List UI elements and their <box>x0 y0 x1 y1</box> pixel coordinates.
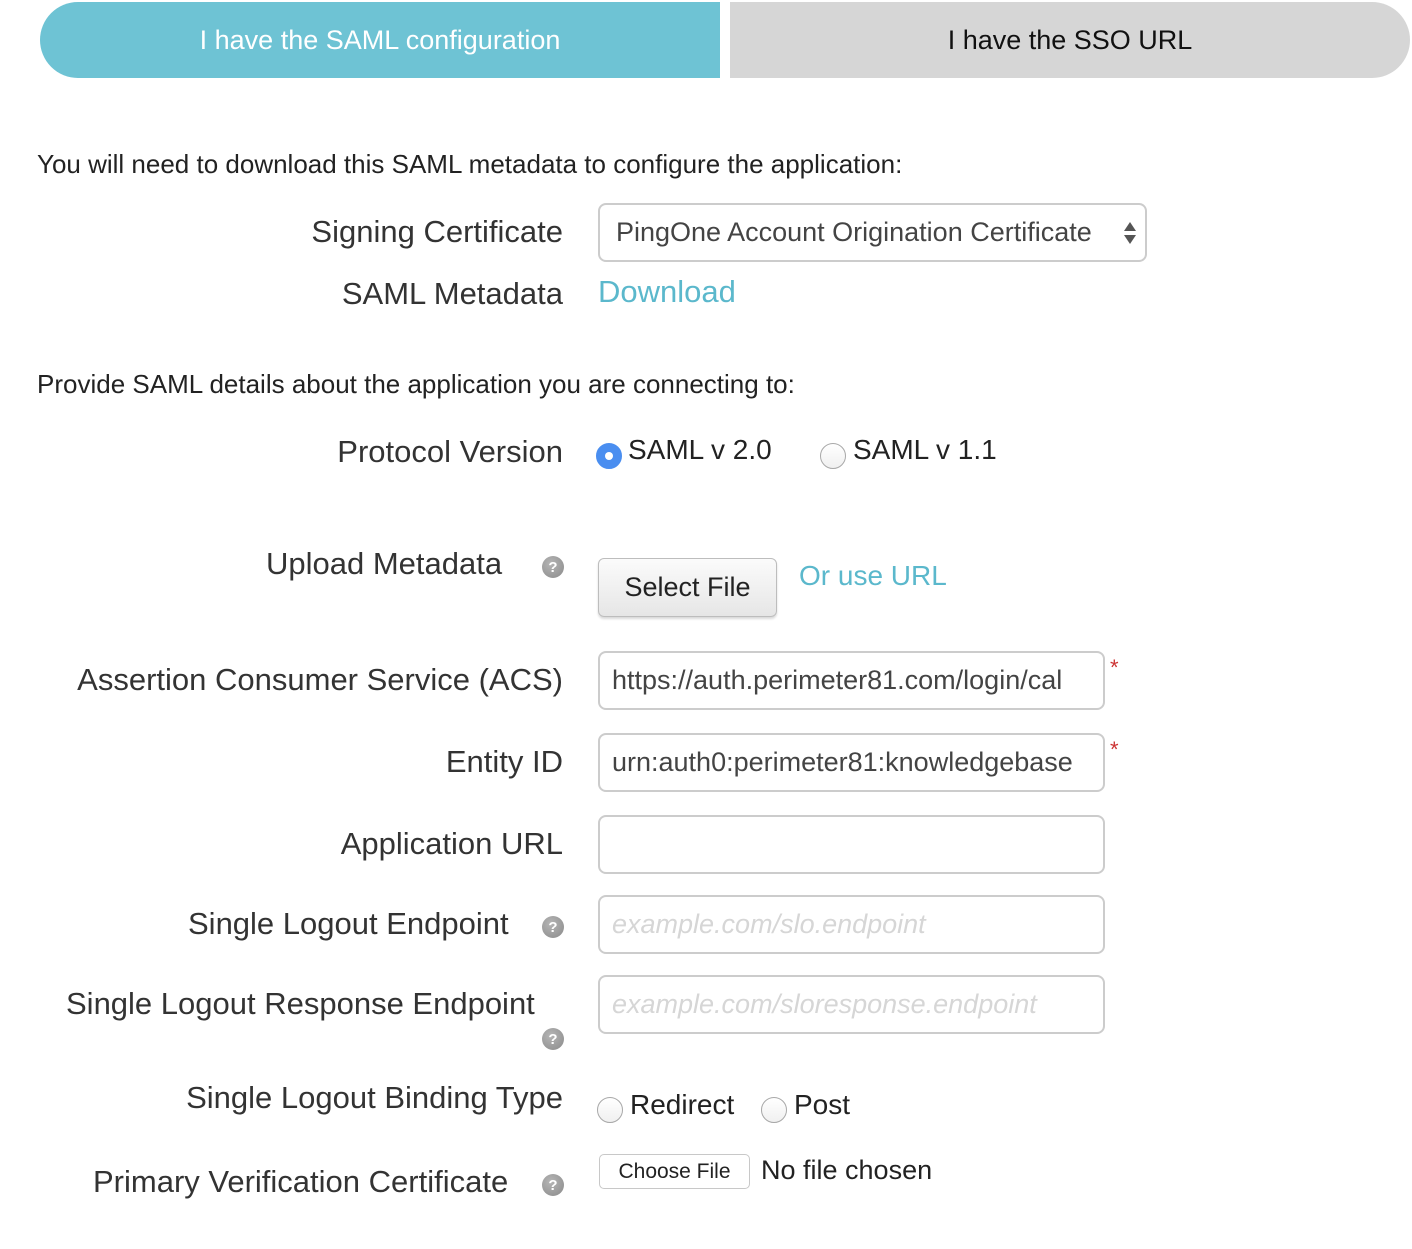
radio-saml-2-0[interactable] <box>596 443 622 469</box>
acs-label: Assertion Consumer Service (ACS) <box>77 662 563 697</box>
details-intro-text: Provide SAML details about the applicati… <box>37 369 795 399</box>
entity-id-label: Entity ID <box>445 744 563 779</box>
protocol-version-label: Protocol Version <box>337 434 563 469</box>
help-icon[interactable]: ? <box>542 916 564 938</box>
help-icon[interactable]: ? <box>542 556 564 578</box>
tab-saml-configuration[interactable]: I have the SAML configuration <box>40 2 720 78</box>
radio-post[interactable] <box>761 1097 787 1123</box>
upload-metadata-label: Upload Metadata <box>266 546 503 581</box>
download-intro-text: You will need to download this SAML meta… <box>37 149 903 179</box>
acs-required-mark: * <box>1110 655 1119 680</box>
download-link[interactable]: Download <box>598 274 736 310</box>
acs-input[interactable] <box>598 651 1105 710</box>
select-file-button[interactable]: Select File <box>598 558 777 617</box>
entity-id-input[interactable] <box>598 733 1105 792</box>
signing-certificate-select[interactable]: PingOne Account Origination Certificate <box>598 203 1147 262</box>
tab-sso-url[interactable]: I have the SSO URL <box>730 2 1410 78</box>
radio-saml-1-1-label[interactable]: SAML v 1.1 <box>853 434 997 466</box>
slo-binding-type-label: Single Logout Binding Type <box>186 1080 563 1115</box>
radio-post-label[interactable]: Post <box>794 1089 850 1121</box>
slo-response-endpoint-label: Single Logout Response Endpoint <box>66 986 535 1021</box>
saml-metadata-label: SAML Metadata <box>341 276 563 311</box>
primary-verification-certificate-label: Primary Verification Certificate <box>93 1164 509 1199</box>
or-use-url-link[interactable]: Or use URL <box>799 560 947 592</box>
tab-sso-url-label: I have the SSO URL <box>947 24 1193 55</box>
entity-id-required-mark: * <box>1110 737 1119 762</box>
choose-file-button[interactable]: Choose File <box>599 1154 750 1189</box>
no-file-chosen-text: No file chosen <box>761 1155 933 1185</box>
help-icon[interactable]: ? <box>542 1174 564 1196</box>
application-url-label: Application URL <box>340 826 563 861</box>
application-url-input[interactable] <box>598 815 1105 874</box>
radio-saml-1-1[interactable] <box>820 443 846 469</box>
select-arrows-icon <box>1124 222 1136 244</box>
help-icon[interactable]: ? <box>542 1028 564 1050</box>
tab-saml-configuration-label: I have the SAML configuration <box>199 24 561 55</box>
signing-certificate-label: Signing Certificate <box>311 214 563 249</box>
radio-redirect-label[interactable]: Redirect <box>630 1089 734 1121</box>
signing-certificate-value: PingOne Account Origination Certificate <box>616 217 1092 247</box>
slo-endpoint-label: Single Logout Endpoint <box>188 906 509 941</box>
radio-saml-2-0-label[interactable]: SAML v 2.0 <box>628 434 772 466</box>
slo-response-endpoint-input[interactable] <box>598 975 1105 1034</box>
radio-redirect[interactable] <box>597 1097 623 1123</box>
slo-endpoint-input[interactable] <box>598 895 1105 954</box>
